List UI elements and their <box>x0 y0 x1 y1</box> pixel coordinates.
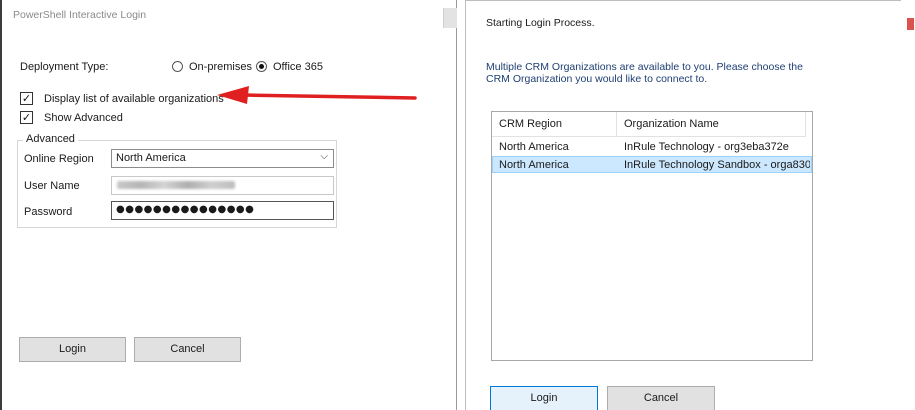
on-premises-label: On-premises <box>189 61 252 73</box>
cancel-button[interactable]: Cancel <box>134 337 241 362</box>
blurred-user-name <box>117 181 235 189</box>
list-item-selected[interactable]: North America InRule Technology Sandbox … <box>492 156 812 173</box>
organization-list[interactable]: CRM Region Organization Name North Ameri… <box>491 111 813 361</box>
cancel-button[interactable]: Cancel <box>607 386 715 410</box>
show-advanced-label: Show Advanced <box>44 112 123 124</box>
show-advanced-checkbox[interactable]: ✓ <box>20 111 33 124</box>
list-item[interactable]: North America InRule Technology - org3eb… <box>492 139 812 156</box>
window-title: PowerShell Interactive Login <box>13 9 147 21</box>
close-button[interactable] <box>443 8 457 28</box>
edge-accent <box>907 18 914 30</box>
display-orgs-checkbox[interactable]: ✓ <box>20 92 33 105</box>
column-header-crm-region[interactable]: CRM Region <box>492 112 617 137</box>
password-label: Password <box>24 206 73 218</box>
office-365-label: Office 365 <box>273 61 323 73</box>
row-organization: InRule Technology Sandbox - orga830i <box>624 159 810 171</box>
row-region: North America <box>499 159 569 171</box>
online-region-select[interactable]: North America ⌵ <box>111 149 334 168</box>
row-organization: InRule Technology - org3eba372e <box>624 141 789 153</box>
user-name-label: User Name <box>24 180 80 192</box>
powershell-login-window: PowerShell Interactive Login Deployment … <box>0 0 457 410</box>
crm-org-selection-window: Starting Login Process. Multiple CRM Org… <box>465 0 901 410</box>
advanced-legend: Advanced <box>23 133 78 145</box>
online-region-label: Online Region <box>24 153 94 165</box>
chevron-down-icon: ⌵ <box>320 151 328 162</box>
user-name-input[interactable] <box>111 176 334 195</box>
radio-office-365[interactable] <box>256 61 267 72</box>
login-button[interactable]: Login <box>490 386 598 410</box>
instruction-message: Multiple CRM Organizations are available… <box>486 61 803 85</box>
column-header-organization-name[interactable]: Organization Name <box>617 112 806 137</box>
login-button[interactable]: Login <box>19 337 126 362</box>
password-input[interactable]: ●●●●●●●●●●●●●●● <box>111 201 334 220</box>
window-title: Starting Login Process. <box>486 17 595 29</box>
row-region: North America <box>499 141 569 153</box>
deployment-type-label: Deployment Type: <box>20 61 109 73</box>
online-region-value: North America <box>116 152 186 164</box>
title-bar: PowerShell Interactive Login <box>2 0 457 30</box>
display-orgs-label: Display list of available organizations <box>44 93 224 105</box>
radio-on-premises[interactable] <box>172 61 183 72</box>
red-arrow-annotation <box>217 86 417 104</box>
